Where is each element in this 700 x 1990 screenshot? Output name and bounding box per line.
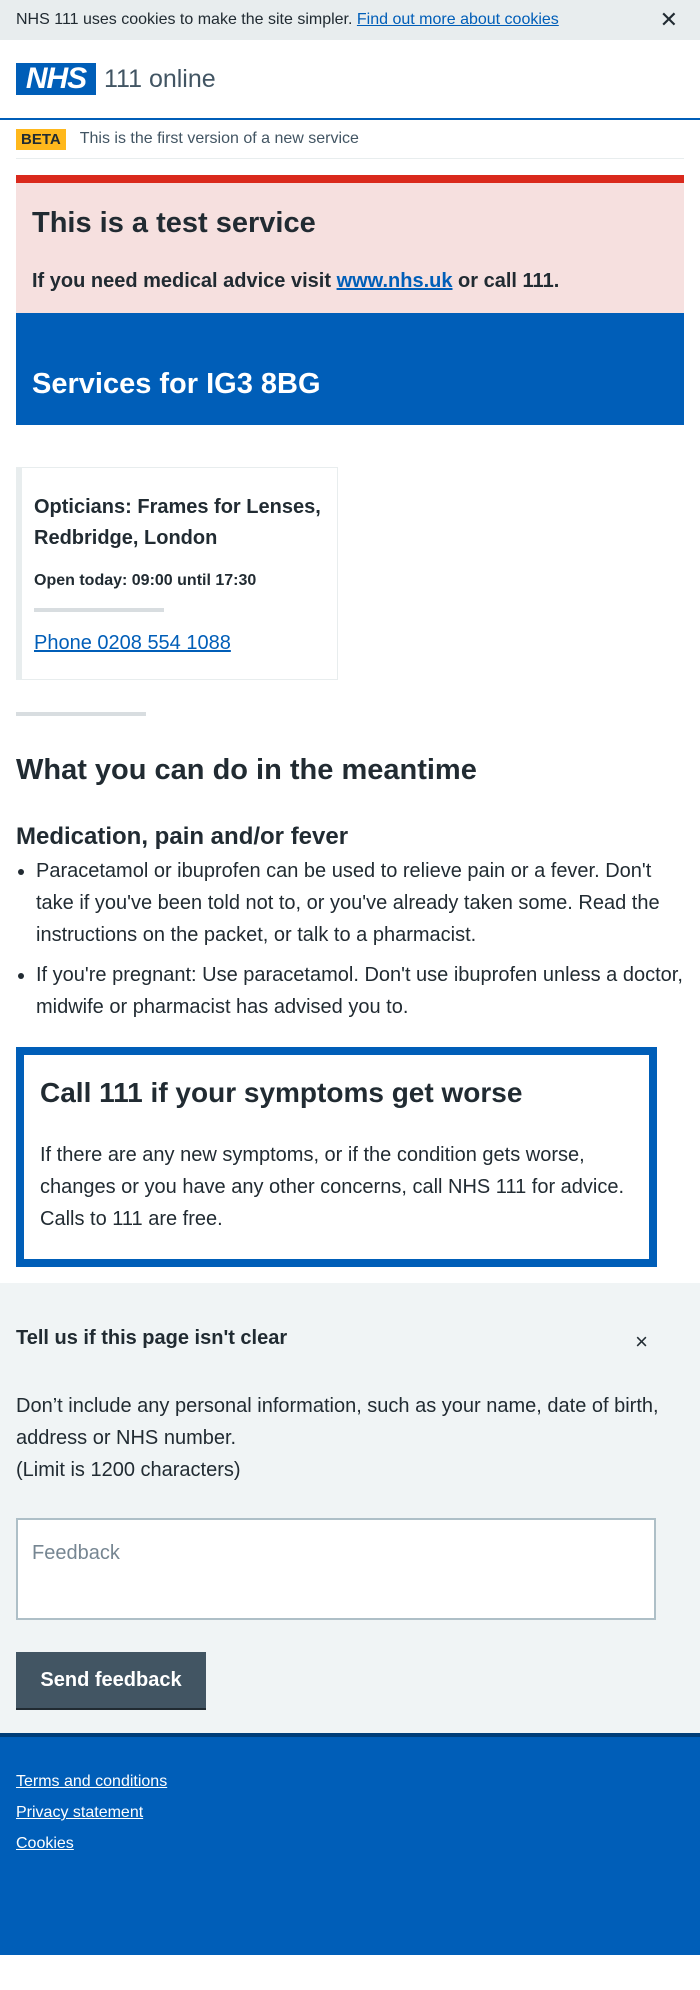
service-card: Opticians: Frames for Lenses, Redbridge,… — [16, 467, 338, 680]
divider — [34, 608, 164, 612]
feedback-info: Don’t include any personal information, … — [16, 1395, 659, 1481]
site-header: NHS 111 online — [0, 40, 700, 120]
feedback-field[interactable] — [16, 1518, 656, 1620]
test-service-text: If you need medical advice visit www.nhs… — [32, 270, 560, 292]
beta-tag: BETA — [16, 128, 66, 150]
section-divider — [16, 712, 146, 716]
beta-banner: BETA This is the first version of a new … — [16, 120, 684, 159]
care-card: Call 111 if your symptoms get worse If t… — [16, 1047, 657, 1267]
list-item: If you're pregnant: Use paracetamol. Don… — [36, 959, 684, 1023]
feedback-limit: (Limit is 1200 characters) — [16, 1459, 241, 1481]
cookie-info-link[interactable]: Find out more about cookies — [357, 11, 559, 29]
nhs-logo[interactable]: NHS — [16, 62, 96, 95]
meanwhile-section: What you can do in the meantime Medicati… — [0, 754, 700, 1023]
cookie-banner: NHS 111 uses cookies to make the site si… — [0, 0, 700, 40]
page-title: Services for IG3 8BG — [32, 367, 321, 400]
meanwhile-subtitle: Medication, pain and/or fever — [16, 823, 349, 850]
care-card-title: Call 111 if your symptoms get worse — [40, 1077, 523, 1108]
services-banner: Services for IG3 8BG — [16, 313, 684, 425]
care-card-text: If there are any new symptoms, or if the… — [40, 1144, 625, 1230]
phone-link[interactable]: Phone 0208 554 1088 — [34, 632, 231, 654]
test-service-title: This is a test service — [32, 207, 316, 239]
service-name-heading: Opticians: Frames for Lenses, Redbridge,… — [34, 496, 321, 549]
nhs-website-link[interactable]: www.nhs.uk — [337, 270, 453, 292]
feedback-title: Tell us if this page isn't clear — [16, 1327, 288, 1349]
send-feedback-button[interactable]: Send feedback — [16, 1652, 206, 1710]
test-service-warning: This is a test service If you need medic… — [16, 175, 684, 313]
advice-list: Paracetamol or ibuprofen can be used to … — [16, 855, 684, 1023]
privacy-link[interactable]: Privacy statement — [16, 1804, 684, 1822]
cookie-text: NHS 111 uses cookies to make the site si… — [16, 11, 353, 28]
terms-link[interactable]: Terms and conditions — [16, 1773, 684, 1791]
close-icon[interactable]: × — [635, 1329, 648, 1355]
opening-hours: Open today: 09:00 until 17:30 — [34, 572, 257, 589]
feedback-section: Tell us if this page isn't clear × Don’t… — [0, 1283, 700, 1733]
service-name[interactable]: 111 online — [104, 65, 216, 94]
close-icon[interactable]: ✕ — [660, 7, 678, 33]
cookies-link[interactable]: Cookies — [16, 1835, 684, 1853]
meanwhile-title: What you can do in the meantime — [16, 754, 477, 786]
footer: Terms and conditions Privacy statement C… — [0, 1733, 700, 1955]
beta-text: This is the first version of a new servi… — [79, 130, 359, 147]
list-item: Paracetamol or ibuprofen can be used to … — [36, 855, 684, 951]
